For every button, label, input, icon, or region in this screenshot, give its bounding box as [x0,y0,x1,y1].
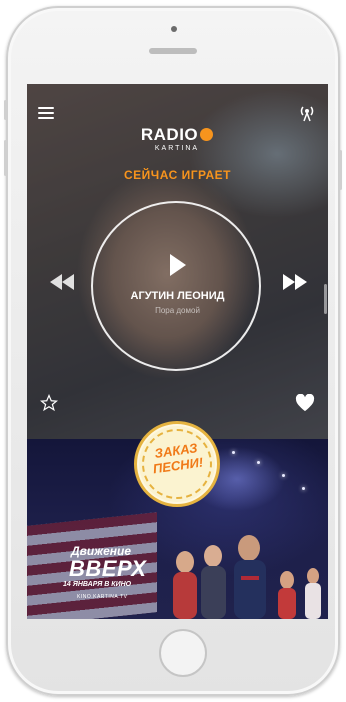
broadcast-icon[interactable] [297,103,317,123]
volume-button [4,100,7,120]
banner-release-date: 14 ЯНВАРЯ В КИНО [63,581,132,588]
song-title: Пора домой [155,306,200,315]
volume-button [4,140,7,176]
banner-website: KINO.KARTINA.TV [77,594,128,600]
logo-text: RADIO [140,125,199,144]
fast-forward-icon[interactable] [283,274,307,290]
arena-light [282,474,285,477]
movie-cast-illustration [173,535,321,619]
player-panel: RADIO KARTINA СЕЙЧАС ИГРАЕТ АГУТИН ЛЕОНИ… [27,84,328,439]
radio-kartina-logo: RADIO KARTINA [137,126,217,153]
earpiece [149,48,197,54]
player-circle [91,201,261,371]
app-screen: RADIO KARTINA СЕЙЧАС ИГРАЕТ АГУТИН ЛЕОНИ… [27,84,328,619]
power-button [339,150,342,190]
banner-title-line2: ВВЕРХ [69,556,147,581]
arena-light [232,451,235,454]
heart-icon[interactable] [295,394,315,412]
logo-mark-icon [200,128,214,141]
play-icon[interactable] [166,254,188,276]
front-camera [171,26,177,32]
star-icon[interactable] [40,394,58,412]
order-song-button[interactable]: ЗАКАЗ ПЕСНИ! [134,421,220,507]
home-button[interactable] [159,629,207,677]
scrollbar[interactable] [324,284,327,314]
arena-light [302,487,305,490]
arena-light [257,461,260,464]
now-playing-label: СЕЙЧАС ИГРАЕТ [124,168,231,182]
rewind-icon[interactable] [50,274,74,290]
logo-subtitle: KARTINA [154,145,200,152]
artist-name: АГУТИН ЛЕОНИД [130,290,225,302]
hamburger-menu-icon[interactable] [38,107,54,119]
